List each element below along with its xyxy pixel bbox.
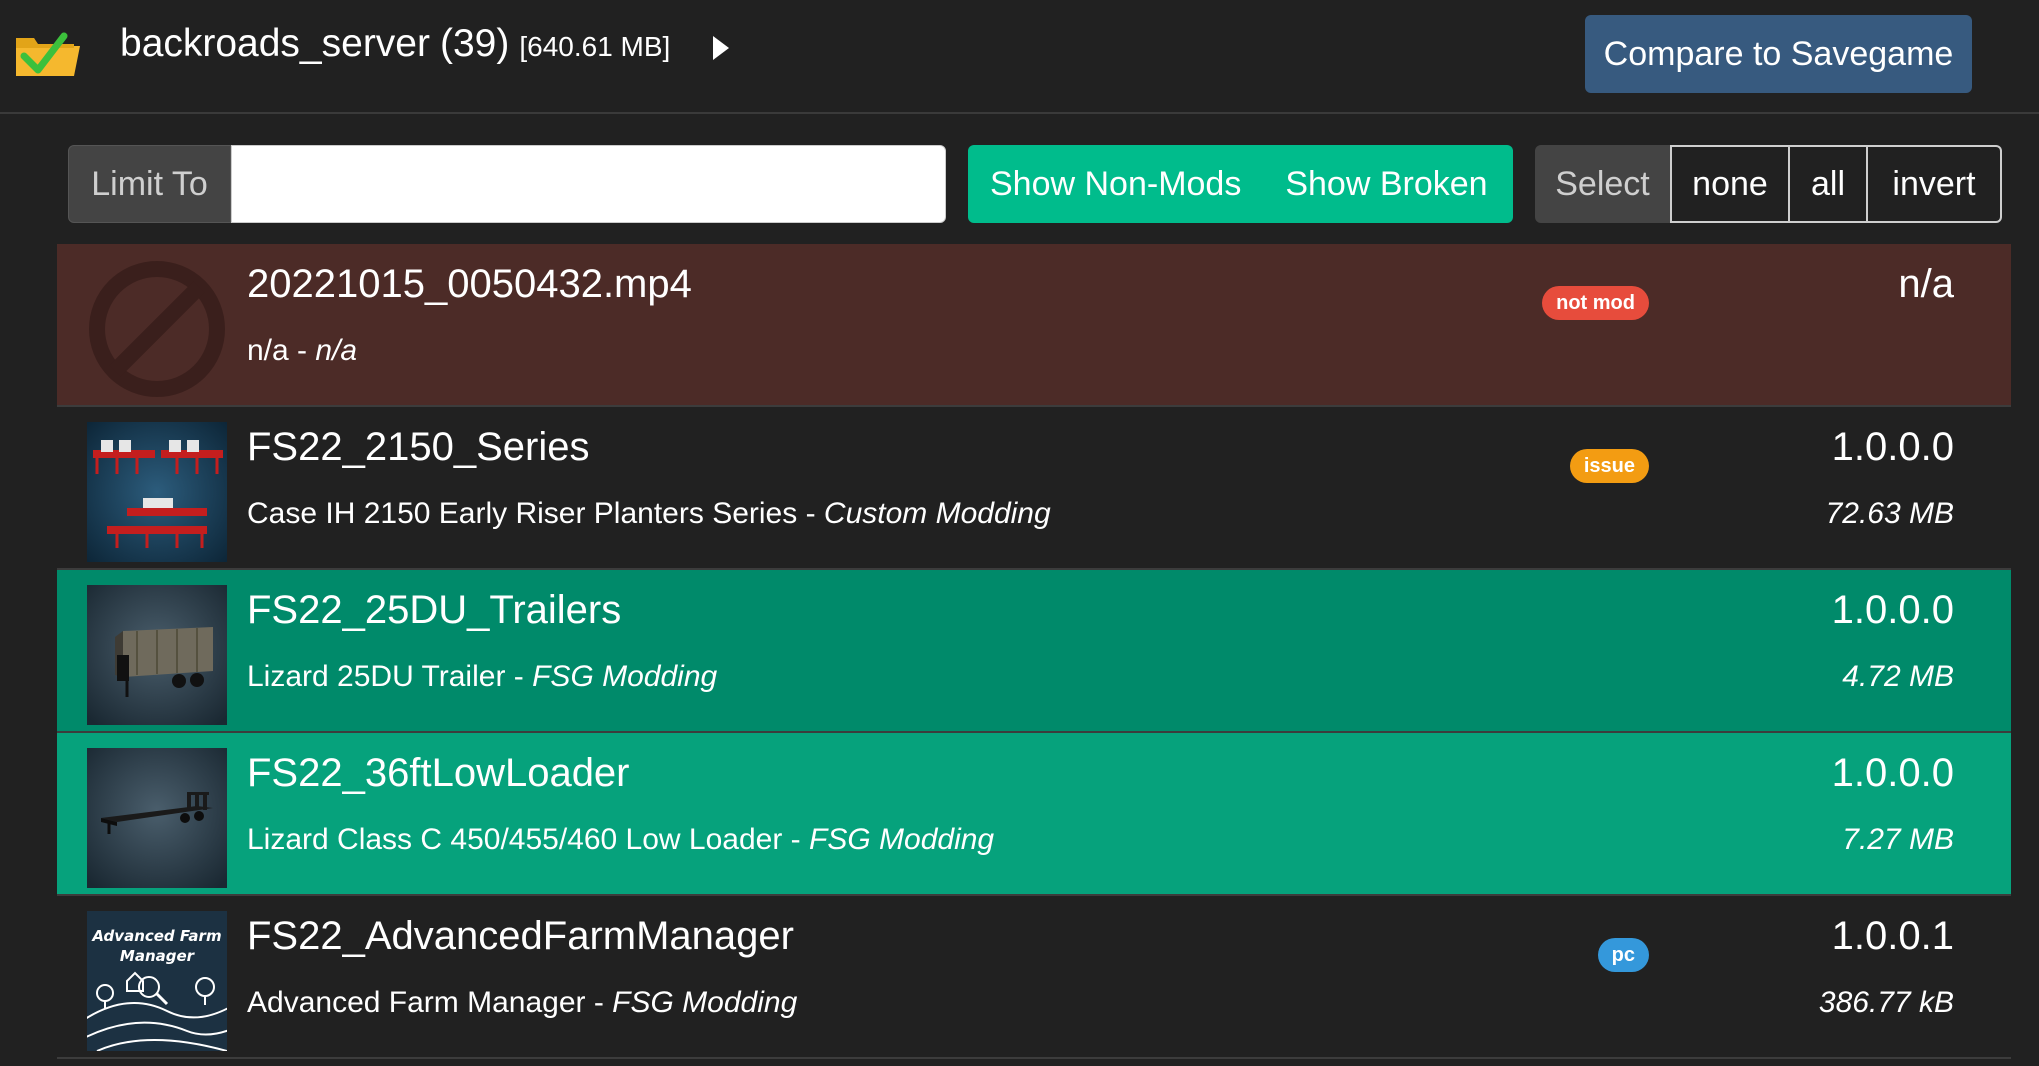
mod-row[interactable]: 20221015_0050432.mp4 n/a - n/a not mod n… bbox=[57, 244, 2011, 407]
mod-filename: 20221015_0050432.mp4 bbox=[247, 262, 692, 306]
select-all-button[interactable]: all bbox=[1790, 145, 1868, 223]
thumb-text-line1: Advanced Farm bbox=[91, 927, 221, 945]
mod-size: 7.27 MB bbox=[1842, 823, 1954, 856]
mod-thumbnail bbox=[87, 585, 227, 725]
limit-to-input[interactable] bbox=[231, 145, 946, 223]
show-non-mods-button[interactable]: Show Non-Mods bbox=[968, 145, 1263, 223]
mod-description: Lizard Class C 450/455/460 Low Loader - … bbox=[247, 823, 994, 857]
mod-filename: FS22_36ftLowLoader bbox=[247, 751, 630, 795]
planter-thumbnail bbox=[87, 422, 227, 562]
collection-header: backroads_server (39) [640.61 MB] Compar… bbox=[0, 0, 2039, 114]
mod-separator: - bbox=[797, 497, 824, 530]
mod-title: Case IH 2150 Early Riser Planters Series bbox=[247, 497, 798, 530]
mod-size: 4.72 MB bbox=[1842, 660, 1954, 693]
not-mod-badge: not mod bbox=[1542, 286, 1649, 320]
collection-mod-count: (39) bbox=[439, 22, 510, 65]
mod-filename: FS22_2150_Series bbox=[247, 425, 590, 469]
compare-savegame-button[interactable]: Compare to Savegame bbox=[1585, 15, 1972, 93]
mod-version: 1.0.0.0 bbox=[1831, 588, 1954, 632]
mod-author: Custom Modding bbox=[823, 497, 1051, 530]
mod-filename: FS22_25DU_Trailers bbox=[247, 588, 622, 632]
mod-version: 1.0.0.0 bbox=[1831, 751, 1954, 795]
mod-title: n/a bbox=[247, 334, 289, 367]
mod-separator: - bbox=[585, 986, 613, 1019]
limit-to-label: Limit To bbox=[68, 145, 231, 223]
collection-name: backroads_server bbox=[120, 22, 430, 65]
select-none-button[interactable]: none bbox=[1670, 145, 1790, 223]
mod-thumbnail: Advanced Farm Manager bbox=[87, 911, 227, 1051]
select-invert-button[interactable]: invert bbox=[1868, 145, 2002, 223]
mod-size: 386.77 kB bbox=[1818, 986, 1954, 1019]
mod-title: Lizard Class C 450/455/460 Low Loader bbox=[247, 823, 783, 856]
trailer-thumbnail bbox=[87, 585, 227, 725]
issue-badge: issue bbox=[1569, 449, 1649, 483]
mod-filename: FS22_AdvancedFarmManager bbox=[247, 914, 794, 958]
mod-description: Advanced Farm Manager - FSG Modding bbox=[247, 986, 797, 1020]
mod-author: FSG Modding bbox=[532, 660, 718, 693]
mod-row[interactable]: FS22_36ftLowLoader Lizard Class C 450/45… bbox=[57, 733, 2011, 896]
thumb-text-line2: Manager bbox=[120, 947, 196, 965]
caret-right-icon[interactable] bbox=[710, 33, 732, 63]
mod-separator: - bbox=[782, 823, 810, 856]
limit-filter-group: Limit To bbox=[68, 145, 946, 223]
mod-description: n/a - n/a bbox=[247, 334, 357, 368]
lowloader-thumbnail bbox=[87, 748, 227, 888]
pc-badge: pc bbox=[1597, 938, 1649, 972]
filter-bar: Limit To Show Non-Mods Show Broken Selec… bbox=[68, 145, 2002, 223]
mod-row[interactable]: Advanced Farm Manager FS22_AdvancedFarmM… bbox=[57, 896, 2011, 1059]
mod-row[interactable]: FS22_2150_Series Case IH 2150 Early Rise… bbox=[57, 407, 2011, 570]
mod-description: Lizard 25DU Trailer - FSG Modding bbox=[247, 660, 717, 694]
mod-version: 1.0.0.1 bbox=[1831, 914, 1954, 958]
collection-title: backroads_server (39) [640.61 MB] bbox=[120, 22, 670, 82]
mod-separator: - bbox=[288, 334, 316, 367]
mod-list: 20221015_0050432.mp4 n/a - n/a not mod n… bbox=[57, 244, 2011, 1059]
folder-check-icon bbox=[16, 32, 80, 76]
mod-size: 72.63 MB bbox=[1825, 497, 1954, 530]
mod-author: FSG Modding bbox=[809, 823, 995, 856]
mod-title: Advanced Farm Manager bbox=[247, 986, 586, 1019]
mod-thumbnail bbox=[87, 259, 227, 399]
no-entry-icon bbox=[89, 261, 225, 397]
show-broken-button[interactable]: Show Broken bbox=[1263, 145, 1509, 223]
mod-thumbnail bbox=[87, 422, 227, 562]
mod-thumbnail bbox=[87, 748, 227, 888]
mod-row[interactable]: FS22_25DU_Trailers Lizard 25DU Trailer -… bbox=[57, 570, 2011, 733]
farm-manager-thumbnail: Advanced Farm Manager bbox=[87, 911, 227, 1051]
mod-author: FSG Modding bbox=[612, 986, 798, 1019]
filter-toggle-group: Show Non-Mods Show Broken bbox=[968, 145, 1513, 223]
mod-version: n/a bbox=[1898, 262, 1954, 306]
collection-size: [640.61 MB] bbox=[519, 31, 671, 62]
mod-description: Case IH 2150 Early Riser Planters Series… bbox=[247, 497, 1051, 531]
select-label: Select bbox=[1535, 145, 1670, 223]
mod-author: n/a bbox=[315, 334, 358, 367]
mod-version: 1.0.0.0 bbox=[1831, 425, 1954, 469]
select-group: Select none all invert bbox=[1535, 145, 2002, 223]
mod-separator: - bbox=[505, 660, 533, 693]
mod-title: Lizard 25DU Trailer bbox=[247, 660, 506, 693]
